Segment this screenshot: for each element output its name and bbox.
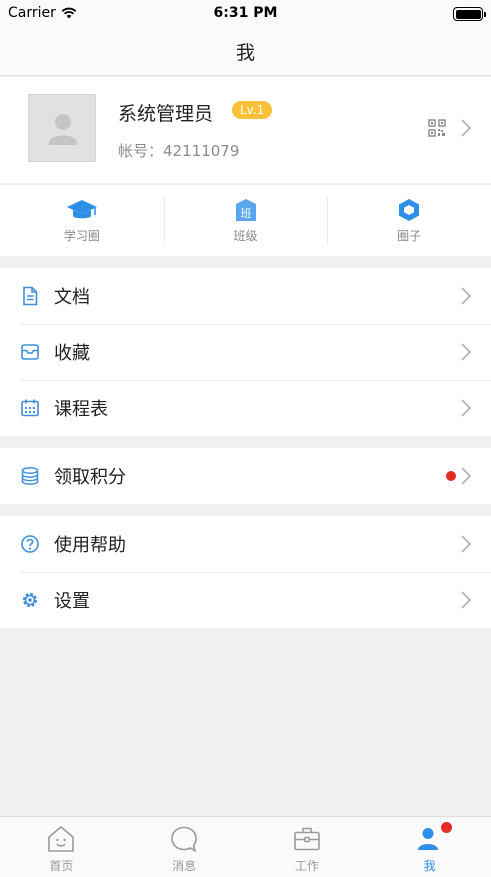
- profile-card[interactable]: 系统管理员 Lv.1 帐号：42111079: [0, 77, 491, 183]
- class-icon-text: 班: [240, 207, 251, 220]
- coins-icon: [21, 466, 39, 485]
- tab-work[interactable]: 工作: [246, 817, 369, 877]
- shortcut-label: 班级: [233, 228, 258, 243]
- menu-item-documents[interactable]: 文档: [0, 268, 491, 324]
- tab-bar: 首页 消息 工作 我: [0, 816, 491, 877]
- qr-code-icon[interactable]: [428, 119, 446, 137]
- account-label: 帐号：: [118, 142, 164, 160]
- menu-group-support: 使用帮助 设置: [0, 516, 491, 628]
- chevron-right-icon: [461, 467, 472, 485]
- account-number: 42111079: [163, 142, 240, 160]
- message-icon: [171, 826, 197, 853]
- shortcut-circle[interactable]: 圈子: [327, 185, 491, 256]
- menu-item-label: 收藏: [54, 343, 90, 364]
- calendar-icon: [21, 399, 39, 417]
- menu-item-schedule[interactable]: 课程表: [0, 380, 491, 436]
- user-placeholder-icon: [49, 114, 77, 145]
- menu-item-label: 设置: [54, 591, 90, 612]
- gear-icon: [22, 592, 38, 608]
- inbox-icon: [21, 344, 39, 360]
- menu-item-favorites[interactable]: 收藏: [0, 324, 491, 380]
- tab-label: 首页: [49, 859, 74, 873]
- nav-bar: 我: [0, 28, 491, 76]
- battery-icon: [453, 7, 486, 21]
- status-bar: Carrier 6:31 PM: [0, 0, 491, 28]
- class-icon: 班: [235, 198, 256, 221]
- shortcut-bar: 学习圈 班 班级 圈子: [0, 184, 491, 256]
- tab-notification-dot: [441, 822, 453, 833]
- chevron-right-icon: [461, 535, 472, 553]
- chevron-right-icon: [461, 287, 472, 305]
- home-icon: [48, 826, 75, 852]
- chevron-right-icon: [461, 343, 472, 361]
- status-time: 6:31 PM: [213, 5, 278, 21]
- notification-dot: [446, 471, 456, 481]
- avatar[interactable]: [28, 94, 96, 162]
- shortcut-class[interactable]: 班 班级: [163, 185, 328, 256]
- chevron-right-icon: [461, 399, 472, 417]
- page-title: 我: [235, 42, 255, 64]
- tab-messages[interactable]: 消息: [123, 817, 246, 877]
- help-icon: [21, 535, 39, 553]
- tab-me[interactable]: 我: [368, 817, 491, 877]
- tab-home[interactable]: 首页: [0, 817, 123, 877]
- chevron-right-icon: [461, 119, 472, 137]
- tab-label: 工作: [294, 859, 319, 873]
- menu-group-points: 领取积分: [0, 448, 491, 504]
- shortcut-label: 学习圈: [63, 228, 100, 243]
- briefcase-icon: [294, 827, 320, 851]
- profile-name: 系统管理员: [118, 103, 214, 125]
- shortcut-label: 圈子: [397, 228, 422, 243]
- menu-item-label: 课程表: [54, 399, 108, 420]
- account-info: 帐号：42111079: [118, 140, 239, 161]
- menu-item-label: 领取积分: [54, 467, 126, 488]
- document-icon: [23, 286, 38, 306]
- tab-label: 消息: [172, 859, 197, 873]
- menu-item-help[interactable]: 使用帮助: [0, 516, 491, 572]
- chevron-right-icon: [461, 591, 472, 609]
- menu-group-content: 文档 收藏 课程表: [0, 268, 491, 436]
- hexagon-icon: [399, 198, 420, 221]
- tab-label: 我: [423, 859, 436, 873]
- level-badge: Lv.1: [232, 101, 273, 119]
- menu-item-claim-points[interactable]: 领取积分: [0, 448, 491, 504]
- menu-item-label: 文档: [54, 287, 90, 308]
- shortcut-study-circle[interactable]: 学习圈: [0, 185, 164, 256]
- menu-item-settings[interactable]: 设置: [0, 572, 491, 628]
- menu-item-label: 使用帮助: [54, 535, 126, 556]
- user-icon: [417, 828, 438, 850]
- graduation-cap-icon: [66, 199, 97, 218]
